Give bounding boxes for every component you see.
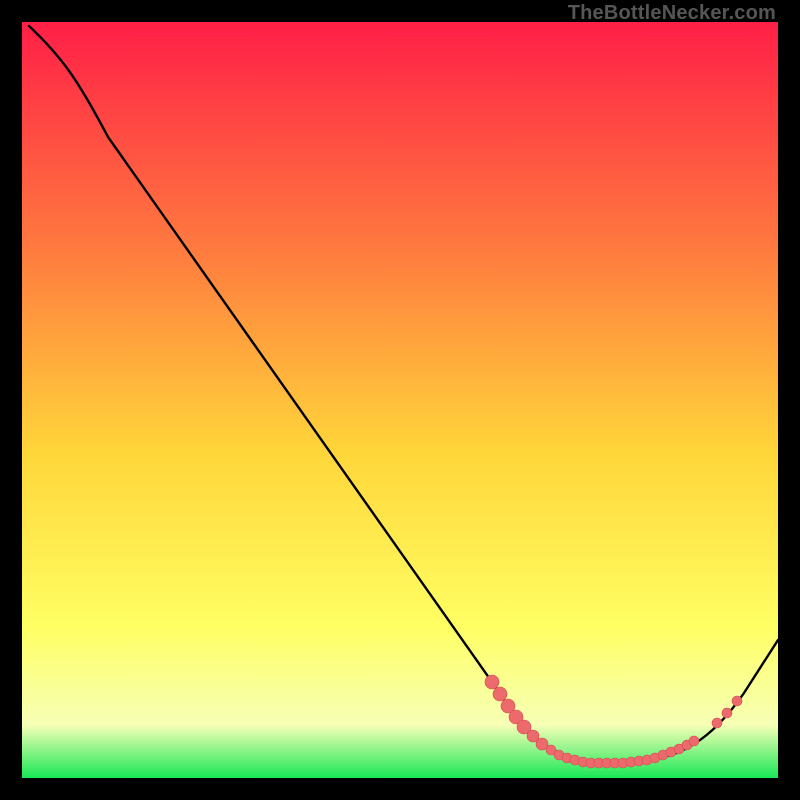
curve-marker xyxy=(732,696,742,706)
curve-marker xyxy=(493,687,507,701)
chart-svg xyxy=(22,22,778,778)
curve-marker xyxy=(689,736,699,746)
curve-marker xyxy=(712,718,722,728)
chart-stage: TheBottleNecker.com xyxy=(0,0,800,800)
plot-area xyxy=(22,22,778,778)
attribution-label: TheBottleNecker.com xyxy=(568,2,776,25)
curve-marker xyxy=(722,708,732,718)
gradient-background xyxy=(22,22,778,778)
curve-marker xyxy=(485,675,499,689)
